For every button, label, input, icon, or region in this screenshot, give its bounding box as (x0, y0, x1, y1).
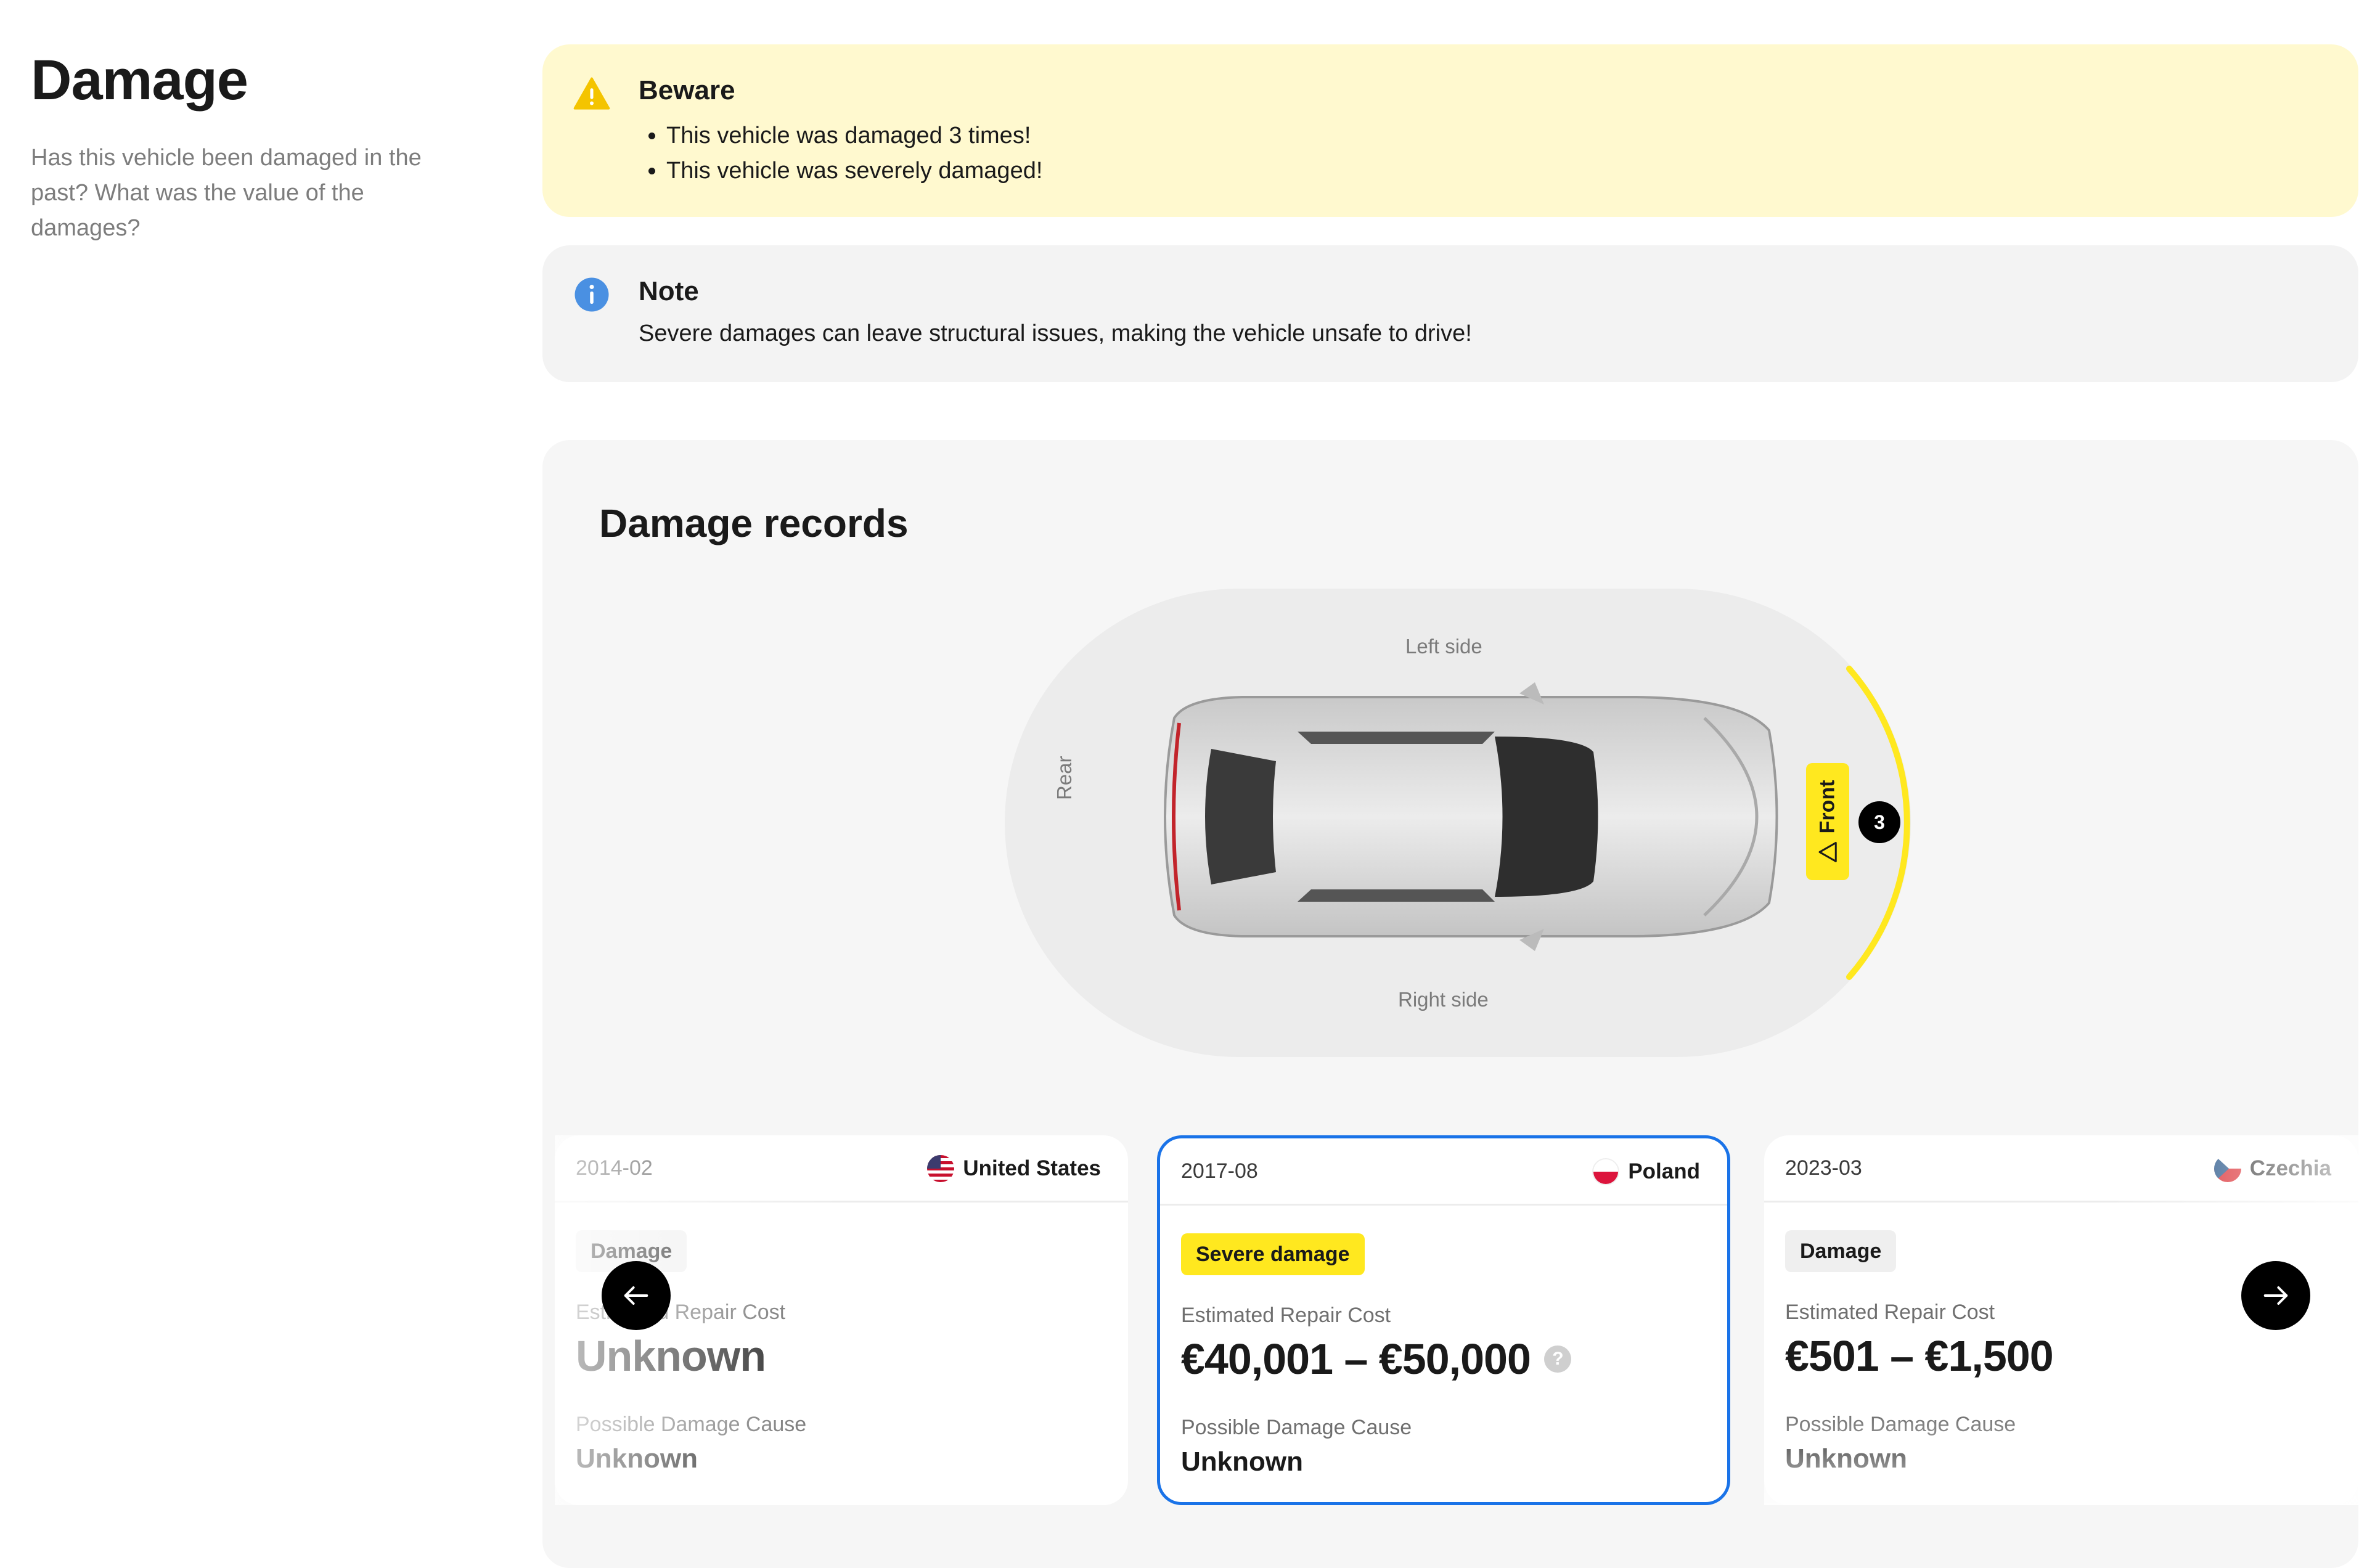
record-date: 2023-03 (1785, 1156, 1862, 1180)
severe-damage-badge: Severe damage (1181, 1233, 1365, 1275)
repair-cost-value: €40,001 – €50,000 ? (1181, 1334, 1571, 1384)
country-name: United States (963, 1156, 1101, 1180)
carousel-next-button[interactable] (2241, 1261, 2310, 1330)
damage-cause-value: Unknown (576, 1443, 698, 1474)
section-title: Damage (31, 49, 248, 112)
warning-outline-icon (1818, 841, 1837, 862)
record-date: 2017-08 (1181, 1159, 1258, 1183)
repair-cost-label: Estimated Repair Cost (1181, 1304, 1391, 1327)
left-side-label: Left side (1405, 635, 1482, 658)
repair-cost-text: €501 – €1,500 (1785, 1332, 2054, 1380)
help-icon[interactable]: ? (1543, 1345, 1571, 1373)
damage-cause-value: Unknown (1785, 1443, 1907, 1474)
warning-icon (573, 77, 610, 110)
damage-records-title: Damage records (599, 501, 909, 545)
rear-label: Rear (1053, 756, 1076, 800)
card-header: 2014-02 United States (555, 1135, 1128, 1203)
repair-cost-value: Unknown (576, 1331, 766, 1381)
record-date: 2014-02 (576, 1156, 653, 1180)
beware-item: This vehicle was severely damaged! (666, 153, 1042, 189)
damage-cause-value: Unknown (1181, 1447, 1303, 1477)
front-label: Front (1815, 780, 1839, 834)
czechia-flag-icon (2214, 1155, 2241, 1182)
beware-list: This vehicle was damaged 3 times! This v… (639, 118, 1042, 189)
beware-title: Beware (639, 75, 735, 105)
front-damage-count[interactable]: 3 (1858, 801, 1900, 843)
note-text: Severe damages can leave structural issu… (639, 321, 1472, 346)
section-description: Has this vehicle been damaged in the pas… (31, 145, 422, 241)
note-alert: Note Severe damages can leave structural… (542, 245, 2358, 382)
front-damage-badge[interactable]: Front (1806, 763, 1849, 880)
damage-cause-label: Possible Damage Cause (1785, 1413, 2016, 1436)
poland-flag-icon (1592, 1158, 1620, 1185)
repair-cost-value: €501 – €1,500 (1785, 1331, 2054, 1381)
note-title: Note (639, 276, 699, 306)
us-flag-icon (927, 1155, 955, 1182)
beware-item: This vehicle was damaged 3 times! (666, 118, 1042, 153)
car-top-view (1164, 682, 1778, 951)
info-icon (574, 277, 609, 312)
country-name: Czechia (2249, 1156, 2331, 1180)
damage-record-card-selected[interactable]: 2017-08 Poland Severe damage Estimated R… (1157, 1135, 1730, 1505)
repair-cost-text: Unknown (576, 1332, 766, 1380)
record-country: Czechia (2214, 1155, 2331, 1182)
record-country: United States (927, 1155, 1101, 1182)
right-side-label: Right side (1398, 988, 1489, 1011)
carousel-prev-button[interactable] (602, 1261, 671, 1330)
country-name: Poland (1628, 1159, 1700, 1183)
record-country: Poland (1592, 1158, 1700, 1185)
arrow-left-icon (624, 1286, 648, 1305)
repair-cost-text: €40,001 – €50,000 (1181, 1335, 1531, 1383)
damage-cause-label: Possible Damage Cause (576, 1413, 807, 1436)
card-header: 2017-08 Poland (1160, 1138, 1727, 1206)
repair-cost-label: Estimated Repair Cost (1785, 1301, 1995, 1324)
beware-alert: Beware This vehicle was damaged 3 times!… (542, 44, 2358, 217)
damage-badge: Damage (1785, 1230, 1897, 1272)
damage-cause-label: Possible Damage Cause (1181, 1416, 1412, 1439)
car-damage-diagram (1005, 589, 1911, 1057)
card-header: 2023-03 Czechia (1764, 1135, 2358, 1203)
arrow-right-icon (2263, 1286, 2288, 1305)
